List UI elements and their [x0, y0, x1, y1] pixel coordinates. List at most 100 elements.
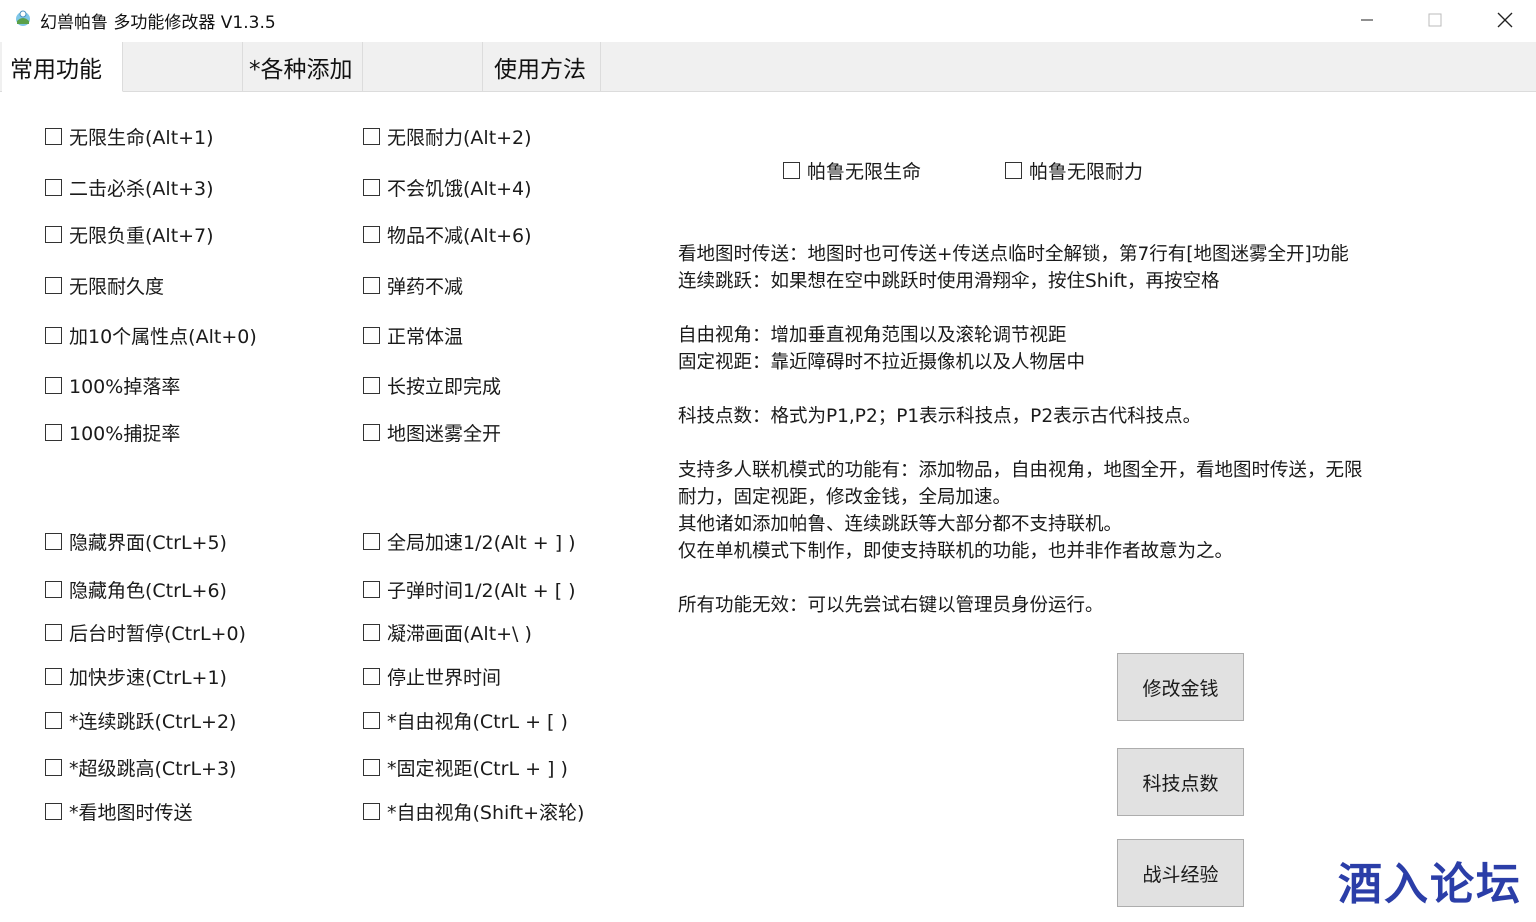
checkbox-continuous-jump[interactable]: *连续跳跃(CtrL+2) [45, 708, 237, 733]
checkbox-infinite-health[interactable]: 无限生命(Alt+1) [45, 124, 214, 149]
checkbox-label: *自由视角(CtrL + [ ) [387, 710, 568, 733]
checkbox-label: 二击必杀(Alt+3) [69, 177, 214, 200]
checkbox-label: 后台时暂停(CtrL+0) [69, 622, 246, 645]
checkbox-global-speed[interactable]: 全局加速1/2(Alt + ] ) [363, 529, 576, 554]
checkbox-infinite-durability[interactable]: 无限耐久度 [45, 273, 164, 298]
info-line: 科技点数：格式为P1,P2；P1表示科技点，P2表示古代科技点。 [678, 406, 1202, 427]
title-bar: 幻兽帕鲁 多功能修改器 V1.3.5 [0, 0, 1536, 40]
checkbox-label: 帕鲁无限耐力 [1029, 160, 1144, 183]
tab-label: 使用方法 [494, 56, 586, 83]
checkbox-pause-background[interactable]: 后台时暂停(CtrL+0) [45, 620, 246, 645]
checkbox-box[interactable] [45, 178, 62, 196]
checkbox-hide-ui[interactable]: 隐藏界面(CtrL+5) [45, 529, 227, 554]
watermark: 酒入论坛 [1338, 859, 1522, 910]
checkbox-label: *连续跳跃(CtrL+2) [69, 710, 237, 733]
checkbox-box[interactable] [45, 667, 62, 685]
info-line: 耐力，固定视距，修改金钱，全局加速。 [678, 487, 1012, 508]
checkbox-label: 全局加速1/2(Alt + ] ) [387, 531, 576, 554]
checkbox-box[interactable] [363, 711, 380, 729]
checkbox-label: 子弹时间1/2(Alt + [ ) [387, 579, 576, 602]
checkbox-box[interactable] [45, 376, 62, 394]
tab-common-functions[interactable]: 常用功能 [2, 42, 123, 92]
checkbox-box[interactable] [363, 532, 380, 550]
checkbox-box[interactable] [45, 276, 62, 294]
battle-exp-button[interactable]: 战斗经验 [1117, 839, 1244, 907]
tab-label: 常用功能 [10, 56, 102, 83]
checkbox-one-hit-kill[interactable]: 二击必杀(Alt+3) [45, 175, 214, 200]
checkbox-box[interactable] [783, 161, 800, 179]
checkbox-box[interactable] [45, 623, 62, 641]
checkbox-infinite-stamina[interactable]: 无限耐力(Alt+2) [363, 124, 532, 149]
app-icon [16, 10, 30, 26]
checkbox-box[interactable] [45, 326, 62, 344]
tab-add-items[interactable]: *各种添加 [243, 42, 363, 91]
checkbox-normal-temperature[interactable]: 正常体温 [363, 323, 463, 348]
checkbox-map-teleport[interactable]: *看地图时传送 [45, 799, 193, 824]
checkbox-box[interactable] [1005, 161, 1022, 179]
checkbox-box[interactable] [363, 326, 380, 344]
tab-empty-2[interactable] [363, 42, 483, 91]
checkbox-label: *自由视角(Shift+滚轮) [387, 801, 585, 824]
close-button[interactable] [1470, 0, 1536, 40]
close-icon [1497, 12, 1513, 28]
checkbox-box[interactable] [363, 802, 380, 820]
checkbox-box[interactable] [363, 127, 380, 145]
window-title: 幻兽帕鲁 多功能修改器 V1.3.5 [40, 13, 276, 33]
checkbox-attribute-points[interactable]: 加10个属性点(Alt+0) [45, 323, 257, 348]
checkbox-label: 帕鲁无限生命 [807, 160, 922, 183]
checkbox-items-no-decrease[interactable]: 物品不减(Alt+6) [363, 222, 532, 247]
checkbox-instant-complete[interactable]: 长按立即完成 [363, 373, 502, 398]
checkbox-box[interactable] [363, 225, 380, 243]
checkbox-box[interactable] [45, 423, 62, 441]
maximize-button[interactable] [1400, 0, 1470, 40]
checkbox-box[interactable] [363, 667, 380, 685]
checkbox-label: 长按立即完成 [387, 375, 502, 398]
checkbox-box[interactable] [363, 376, 380, 394]
checkbox-hide-character[interactable]: 隐藏角色(CtrL+6) [45, 577, 227, 602]
info-line: 看地图时传送：地图时也可传送+传送点临时全解锁，第7行有[地图迷雾全开]功能 [678, 244, 1349, 265]
checkbox-free-camera[interactable]: *自由视角(CtrL + [ ) [363, 708, 568, 733]
checkbox-bullet-time[interactable]: 子弹时间1/2(Alt + [ ) [363, 577, 576, 602]
checkbox-super-jump[interactable]: *超级跳高(CtrL+3) [45, 755, 236, 780]
checkbox-capture-rate[interactable]: 100%捕捉率 [45, 420, 180, 445]
checkbox-box[interactable] [363, 276, 380, 294]
checkbox-no-hunger[interactable]: 不会饥饿(Alt+4) [363, 175, 532, 200]
checkbox-box[interactable] [363, 423, 380, 441]
info-line: 固定视距：靠近障碍时不拉近摄像机以及人物居中 [678, 352, 1086, 373]
checkbox-pal-infinite-health[interactable]: 帕鲁无限生命 [783, 158, 922, 183]
checkbox-freeze-frame[interactable]: 凝滞画面(Alt+\ ) [363, 620, 532, 645]
tab-usage[interactable]: 使用方法 [483, 42, 601, 91]
checkbox-box[interactable] [363, 623, 380, 641]
info-line: 支持多人联机模式的功能有：添加物品，自由视角，地图全开，看地图时传送，无限 [678, 460, 1363, 481]
checkbox-pal-infinite-stamina[interactable]: 帕鲁无限耐力 [1005, 158, 1144, 183]
checkbox-box[interactable] [45, 802, 62, 820]
checkbox-box[interactable] [45, 758, 62, 776]
checkbox-label: 加10个属性点(Alt+0) [69, 325, 257, 348]
info-line: 所有功能无效：可以先尝试右键以管理员身份运行。 [678, 595, 1104, 616]
checkbox-box[interactable] [45, 711, 62, 729]
checkbox-free-camera-shift[interactable]: *自由视角(Shift+滚轮) [363, 799, 585, 824]
checkbox-box[interactable] [45, 580, 62, 598]
modify-money-button[interactable]: 修改金钱 [1117, 653, 1244, 721]
checkbox-label: 停止世界时间 [387, 666, 502, 689]
checkbox-infinite-ammo[interactable]: 弹药不减 [363, 273, 463, 298]
checkbox-box[interactable] [45, 532, 62, 550]
checkbox-fixed-view-distance[interactable]: *固定视距(CtrL + ] ) [363, 755, 568, 780]
info-line: 连续跳跃：如果想在空中跳跃时使用滑翔伞，按住Shift，再按空格 [678, 271, 1220, 292]
tech-points-button[interactable]: 科技点数 [1117, 748, 1244, 816]
info-line: 自由视角：增加垂直视角范围以及滚轮调节视距 [678, 325, 1067, 346]
checkbox-box[interactable] [45, 127, 62, 145]
checkbox-box[interactable] [363, 580, 380, 598]
checkbox-drop-rate[interactable]: 100%掉落率 [45, 373, 180, 398]
checkbox-map-fog-open[interactable]: 地图迷雾全开 [363, 420, 501, 445]
checkbox-stop-world-time[interactable]: 停止世界时间 [363, 664, 502, 689]
checkbox-box[interactable] [363, 178, 380, 196]
checkbox-box[interactable] [45, 225, 62, 243]
checkbox-box[interactable] [363, 758, 380, 776]
minimize-button[interactable] [1332, 0, 1402, 40]
checkbox-infinite-weight[interactable]: 无限负重(Alt+7) [45, 222, 214, 247]
tab-label: *各种添加 [249, 56, 353, 83]
checkbox-label: 加快步速(CtrL+1) [69, 666, 227, 689]
tab-empty-1[interactable] [123, 42, 243, 91]
checkbox-fast-walk[interactable]: 加快步速(CtrL+1) [45, 664, 227, 689]
